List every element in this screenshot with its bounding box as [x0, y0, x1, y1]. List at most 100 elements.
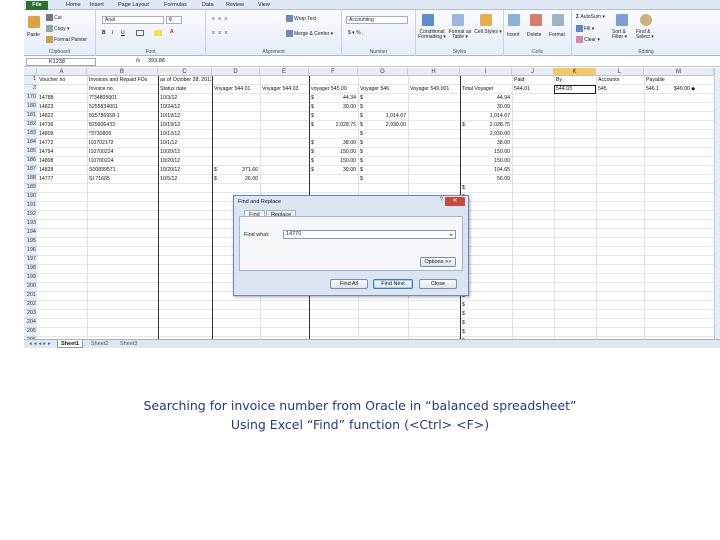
find-select-button[interactable]: Find & Select ▾	[636, 30, 662, 40]
function-icon[interactable]: fx	[136, 58, 140, 64]
data-cell[interactable]: 44.94	[466, 95, 510, 102]
data-cell[interactable]: 2,028.75	[466, 122, 510, 129]
data-cell[interactable]: 2,930.00	[466, 131, 510, 138]
insert-button[interactable]: Insert	[507, 32, 520, 38]
column-header-c[interactable]: C	[158, 68, 212, 76]
row-header[interactable]: 190	[24, 193, 37, 202]
column-header-h[interactable]: H	[408, 68, 460, 76]
data-cell[interactable]: 10/24/12	[160, 104, 211, 111]
data-cell[interactable]: 30.00	[466, 104, 510, 111]
data-cell[interactable]: 30.00	[315, 104, 356, 111]
merge-center-button[interactable]: Merge & Center ▾	[286, 30, 333, 37]
delete-button[interactable]: Delete	[527, 32, 541, 38]
clear-button[interactable]: Clear ▾	[576, 36, 600, 43]
column-header-l[interactable]: L	[596, 68, 644, 76]
tab-home[interactable]: Home	[64, 1, 83, 10]
data-cell[interactable]: 14809	[39, 131, 86, 138]
data-cell[interactable]: 1,014.67	[466, 113, 510, 120]
data-cell[interactable]: 371.66	[218, 167, 258, 174]
data-cell[interactable]: 14736	[39, 122, 86, 129]
tab-view[interactable]: View	[256, 1, 272, 10]
header-cell[interactable]: Voucher no	[39, 77, 86, 84]
fill-color-icon[interactable]	[154, 30, 162, 36]
data-cell[interactable]: 38.00	[466, 140, 510, 147]
row-header[interactable]: 187	[24, 166, 37, 175]
data-cell[interactable]: 2,930.00	[364, 122, 406, 129]
data-cell[interactable]: 150.00	[466, 149, 510, 156]
header-cell[interactable]: Accounts	[598, 77, 643, 84]
data-cell[interactable]: 10/5/12	[160, 176, 211, 183]
header-cell[interactable]: 544.01	[514, 86, 553, 93]
column-header-m[interactable]: M	[644, 68, 714, 76]
row-header[interactable]: 189	[24, 184, 37, 193]
data-cell[interactable]: 150.00	[315, 149, 356, 156]
header-cell[interactable]: Voyager 544.03	[262, 86, 308, 93]
find-all-button[interactable]: Find All	[330, 279, 368, 289]
row-header[interactable]: 197	[24, 256, 37, 265]
row-header[interactable]: 204	[24, 319, 37, 328]
data-cell[interactable]: $	[360, 113, 366, 120]
row-header[interactable]: 182	[24, 121, 37, 130]
data-cell[interactable]: 104.65	[466, 167, 510, 174]
data-cell[interactable]: 14772	[39, 140, 86, 147]
align-top-icons[interactable]: ≡ ≡ ≡	[212, 16, 229, 22]
header-cell[interactable]: voyager 545.00	[311, 86, 357, 93]
conditional-formatting-button[interactable]: Conditional Formatting ▾	[418, 30, 446, 40]
row-header[interactable]: 198	[24, 265, 37, 274]
find-next-button[interactable]: Find Next	[373, 279, 413, 289]
data-cell[interactable]: 150.00	[466, 158, 510, 165]
row-header[interactable]: 200	[24, 283, 37, 292]
row-header[interactable]: 192	[24, 211, 37, 220]
row-header[interactable]: 196	[24, 247, 37, 256]
tab-insert[interactable]: Insert	[88, 1, 106, 10]
data-cell[interactable]: $	[360, 176, 366, 183]
cut-button[interactable]: Cut	[46, 14, 62, 21]
sheet-nav-arrows[interactable]: ◂◂◂▸▸	[26, 340, 56, 348]
data-cell[interactable]: 14788	[39, 95, 86, 102]
data-cell[interactable]: $	[360, 167, 366, 174]
data-cell[interactable]: 14822	[39, 113, 86, 120]
formula-value[interactable]: 393.88	[148, 58, 165, 64]
data-cell[interactable]: 10/19/12	[160, 113, 211, 120]
row-header[interactable]: 188	[24, 175, 37, 184]
column-header-e[interactable]: E	[260, 68, 309, 76]
row-header[interactable]: 199	[24, 274, 37, 283]
sheet-tab-1[interactable]: Sheet1	[57, 340, 84, 348]
fill-button[interactable]: Fill ▾	[576, 25, 594, 32]
border-icon[interactable]	[136, 30, 144, 36]
column-header-i[interactable]: I	[460, 68, 512, 76]
header-cell[interactable]: Invoice no.	[89, 86, 157, 93]
row-header[interactable]: 193	[24, 220, 37, 229]
data-cell[interactable]: 26.00	[218, 176, 258, 183]
row-header[interactable]: 2	[24, 85, 37, 94]
align-left-icons[interactable]: ≡ ≡ ≡	[212, 30, 229, 36]
paste-button[interactable]: Paste	[27, 32, 40, 38]
close-icon[interactable]: ✕	[445, 197, 465, 206]
row-header[interactable]: 185	[24, 148, 37, 157]
data-cell[interactable]: $	[311, 113, 317, 120]
row-header[interactable]: 1	[24, 76, 37, 85]
data-cell[interactable]: 150.00	[315, 158, 356, 165]
data-cell[interactable]: 7*34805001	[89, 95, 157, 102]
header-cell[interactable]: 545	[598, 86, 643, 93]
data-cell[interactable]: 10/20/12	[160, 167, 211, 174]
column-header-k[interactable]: K	[554, 68, 596, 76]
data-cell[interactable]: 38.00	[315, 140, 356, 147]
data-cell[interactable]: 1,014.67	[364, 113, 406, 120]
format-painter-button[interactable]: Format Painter	[46, 36, 87, 43]
column-header-d[interactable]: D	[212, 68, 260, 76]
tab-review[interactable]: Review	[224, 1, 246, 10]
data-cell[interactable]: 2,028.75	[315, 122, 356, 129]
options-button[interactable]: Options >>	[420, 257, 456, 267]
tab-page-layout[interactable]: Page Layout	[116, 1, 151, 10]
row-header[interactable]: 183	[24, 130, 37, 139]
data-cell[interactable]: 14823	[39, 104, 86, 111]
data-cell[interactable]: 30.00	[315, 167, 356, 174]
header-cell[interactable]: Voyager 544.01	[214, 86, 259, 93]
header-cell[interactable]: Invoices and Repaid FOs	[89, 77, 157, 84]
row-header[interactable]: 203	[24, 310, 37, 319]
data-cell[interactable]: SI 71605	[89, 176, 157, 183]
data-cell[interactable]: $	[360, 95, 366, 102]
cell-styles-button[interactable]: Cell Styles ▾	[474, 30, 502, 35]
data-cell[interactable]: 56.00	[466, 176, 510, 183]
